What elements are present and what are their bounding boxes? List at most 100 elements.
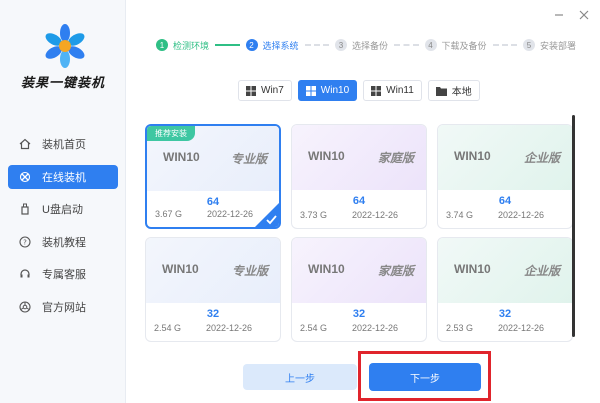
card-list-scrollbar[interactable] [572,115,575,337]
card-date: 2022-12-26 [207,209,254,219]
card-edition: 专业版 [230,152,267,166]
card-date: 2022-12-26 [206,323,253,333]
sidebar-item-label: 装机首页 [42,139,86,151]
tab-win7[interactable]: Win7 [238,80,292,101]
sidebar-item-label: 在线装机 [42,171,86,184]
system-card[interactable]: WIN10 企业版 64 3.74 G 2022-12-26 [437,124,573,229]
folder-icon [435,86,447,96]
card-bits: 32 [206,308,220,320]
card-bits: 32 [352,308,366,320]
card-size: 3.67 G [155,209,183,219]
minimize-button[interactable] [552,8,566,22]
step-select-backup: 3 选择备份 [335,39,388,52]
windows-icon [371,85,382,96]
step-label: 安装部署 [540,40,577,51]
system-card[interactable]: 推荐安装 WIN10 专业版 64 3.67 G 2022-12-26 [145,124,281,229]
step-number: 2 [245,39,258,51]
selected-check-icon [255,203,279,227]
system-card[interactable]: WIN10 家庭版 64 3.73 G 2022-12-26 [291,124,427,229]
step-install-deploy: 5 安装部署 [523,39,576,52]
windows-icon [246,85,256,96]
step-number: 1 [156,39,168,51]
windows-icon [305,85,316,96]
sidebar-item-usb-boot[interactable]: U盘启动 [8,197,118,221]
tab-label: Win7 [261,85,284,96]
svg-text:?: ? [23,238,27,246]
sidebar-item-support[interactable]: 专属客服 [8,262,118,286]
tab-local[interactable]: 本地 [427,80,480,101]
sidebar-item-online-install[interactable]: 在线装机 [8,164,118,189]
card-os-name: WIN10 [454,149,491,163]
prev-step-button[interactable]: 上一步 [243,364,357,390]
online-install-icon [18,170,32,184]
step-connector [304,44,329,46]
step-label: 下载及备份 [441,40,487,51]
minimize-icon [555,14,563,16]
step-label: 检测环境 [173,40,210,51]
sidebar-item-label: U盘启动 [42,204,83,216]
browser-icon [18,300,32,314]
card-bits: 64 [352,195,366,207]
system-card[interactable]: WIN10 企业版 32 2.53 G 2022-12-26 [437,237,573,342]
card-edition: 专业版 [231,264,268,278]
home-icon [18,137,32,151]
card-os-name: WIN10 [454,262,491,276]
headset-icon [18,267,32,281]
step-connector [492,44,517,46]
sidebar-item-label: 装机教程 [42,236,86,249]
tab-win10[interactable]: Win10 [297,80,358,101]
tab-label: 本地 [451,87,472,98]
card-date: 2022-12-26 [352,323,399,333]
tab-win11[interactable]: Win11 [363,80,422,101]
os-tabs: Win7 Win10 Win11 本地 [238,80,486,101]
progress-steps: 1 检测环境 2 选择系统 3 选择备份 4 下载及备份 5 安装部署 [156,37,576,53]
card-edition: 家庭版 [377,151,414,165]
step-number: 4 [424,39,437,51]
close-button[interactable] [577,8,591,22]
system-card[interactable]: WIN10 家庭版 32 2.54 G 2022-12-26 [291,237,427,342]
sidebar-item-label: 官方网站 [42,301,86,314]
card-bits: 32 [498,308,512,320]
card-size: 3.74 G [446,210,474,220]
card-os-name: WIN10 [308,262,345,276]
close-icon [579,10,589,20]
card-size: 2.54 G [300,323,328,333]
tab-label: Win11 [386,85,414,96]
card-date: 2022-12-26 [498,323,545,333]
sidebar: 装果一键装机 装机首页 在线装机 U盘启动 ? 装机教程 专属客服 官方网站 [0,0,126,403]
step-connector [215,44,240,46]
step-download-backup: 4 下载及备份 [424,39,487,52]
card-edition: 企业版 [523,151,560,165]
card-edition: 企业版 [523,264,560,278]
app-logo-icon [45,24,85,68]
system-card[interactable]: WIN10 专业版 32 2.54 G 2022-12-26 [145,237,281,342]
card-os-name: WIN10 [163,150,200,164]
step-detect-env: 1 检测环境 [156,39,209,52]
recommend-badge: 推荐安装 [147,126,195,141]
card-os-name: WIN10 [308,149,345,163]
help-icon: ? [18,235,32,249]
step-connector [394,44,419,46]
step-select-system: 2 选择系统 [245,39,299,52]
sidebar-item-home[interactable]: 装机首页 [8,132,118,156]
sidebar-nav: 装机首页 在线装机 U盘启动 ? 装机教程 专属客服 官方网站 [8,132,118,327]
card-edition: 家庭版 [377,264,414,278]
step-number: 5 [523,39,535,51]
card-os-name: WIN10 [162,262,199,276]
step-label: 选择备份 [352,40,389,51]
app-title: 装果一键装机 [20,75,105,90]
step-number: 3 [335,39,347,51]
card-date: 2022-12-26 [498,210,545,220]
step-label: 选择系统 [262,40,299,51]
card-size: 3.73 G [300,210,328,220]
card-size: 2.53 G [446,323,474,333]
usb-icon [18,202,32,216]
card-size: 2.54 G [154,323,182,333]
card-date: 2022-12-26 [352,210,399,220]
sidebar-item-website[interactable]: 官方网站 [8,295,118,319]
sidebar-item-label: 专属客服 [42,269,86,281]
card-bits: 64 [498,195,512,207]
tab-label: Win10 [320,85,350,96]
sidebar-item-tutorial[interactable]: ? 装机教程 [8,230,118,254]
highlight-annotation [358,351,491,401]
